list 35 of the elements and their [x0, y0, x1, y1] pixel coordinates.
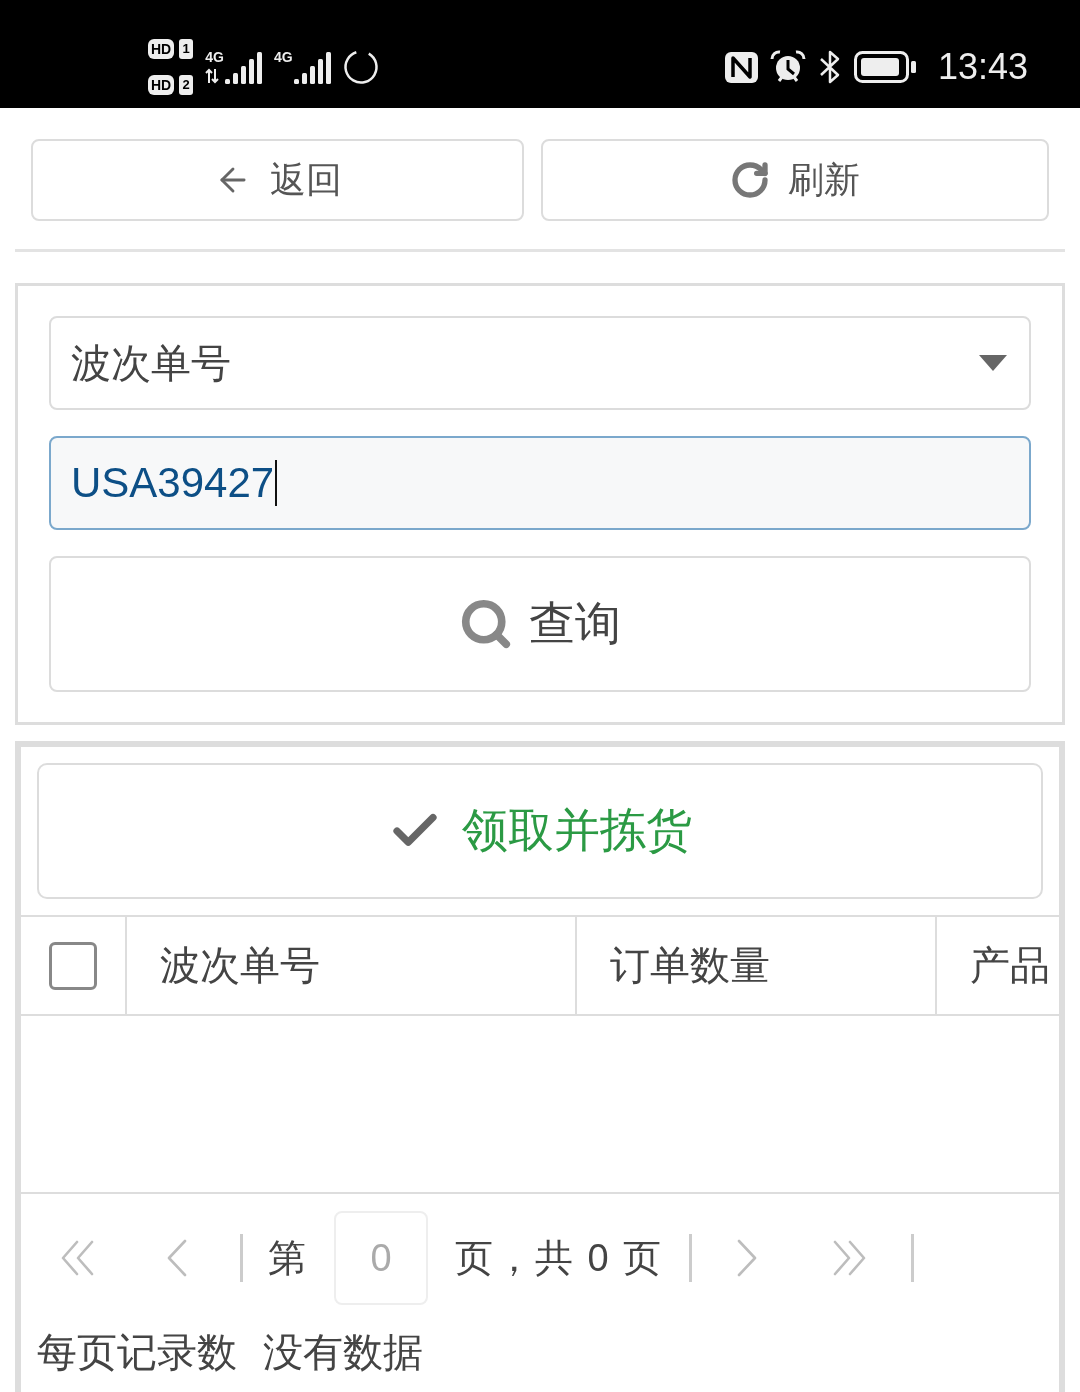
status-time: 13:43 — [937, 47, 1028, 87]
signal-strength-icon — [224, 52, 262, 84]
claim-and-pick-button[interactable]: 领取并拣货 — [37, 763, 1043, 899]
loading-ring-icon — [342, 49, 379, 85]
network-type-label: 4G — [205, 50, 224, 65]
sim-number-label: 2 — [179, 75, 194, 95]
battery-icon — [853, 51, 916, 83]
refresh-button[interactable]: 刷新 — [541, 139, 1049, 221]
page-prefix-text: 第 — [268, 1235, 306, 1281]
signal-strength-icon — [293, 52, 331, 84]
select-all-checkbox[interactable] — [49, 941, 97, 990]
column-header: 产品 — [969, 942, 1051, 989]
hd-label: HD — [148, 39, 175, 59]
alarm-clock-icon — [769, 50, 806, 84]
chevron-left-icon — [166, 1239, 188, 1277]
page-total-text: 页，共 0 页 — [455, 1235, 664, 1281]
page-size-label: 每页记录数 — [37, 1329, 237, 1376]
search-input[interactable]: USA39427 — [49, 436, 1031, 530]
page-size-value: 没有数据 — [263, 1329, 423, 1376]
caret-down-icon — [979, 355, 1007, 371]
refresh-icon — [730, 160, 770, 200]
column-header: 波次单号 — [127, 917, 577, 1014]
back-button[interactable]: 返回 — [31, 139, 524, 221]
column-header: 订单数量 — [577, 917, 937, 1014]
chevron-right-icon — [736, 1239, 759, 1277]
query-button[interactable]: 查询 — [49, 556, 1031, 692]
hd-label: HD — [148, 75, 175, 95]
search-field-select[interactable]: 波次单号 — [49, 316, 1031, 410]
network-type-label: 4G — [273, 50, 293, 65]
sim-number-label: 1 — [179, 39, 194, 59]
search-icon — [459, 597, 513, 651]
double-chevron-left-icon — [59, 1240, 95, 1276]
double-chevron-right-icon — [831, 1240, 867, 1276]
data-arrows-icon — [205, 68, 220, 84]
nfc-icon — [724, 51, 758, 83]
